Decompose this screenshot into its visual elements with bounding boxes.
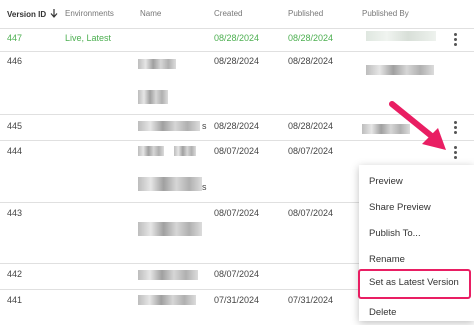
context-menu: Preview Share Preview Publish To... Rena…: [358, 165, 474, 321]
redacted-name: [138, 295, 196, 305]
redacted-name: [138, 146, 164, 156]
created-date: 08/28/2024: [214, 33, 260, 43]
table-header: Version ID Environments Name Created Pub…: [0, 0, 474, 29]
column-header-published-by[interactable]: Published By: [362, 9, 409, 18]
redacted-name: [138, 90, 168, 104]
arrow-down-icon: [50, 9, 58, 18]
redacted-name: [138, 59, 176, 69]
published-date: 08/28/2024: [288, 121, 334, 131]
version-id: 441: [7, 295, 23, 305]
redacted-name: [174, 146, 196, 156]
created-date: 08/28/2024: [214, 56, 260, 66]
redacted-name: [138, 222, 202, 236]
created-date: 08/07/2024: [214, 269, 260, 279]
published-date: 08/07/2024: [288, 146, 334, 156]
more-options-icon[interactable]: [452, 121, 460, 135]
table-row[interactable]: 447 Live, Latest 08/28/2024 08/28/2024: [0, 28, 474, 52]
name-suffix: s: [202, 182, 207, 192]
column-header-version-id[interactable]: Version ID: [7, 9, 58, 19]
menu-item-set-as-latest-version[interactable]: Set as Latest Version: [358, 269, 471, 299]
version-id: 443: [7, 208, 23, 218]
version-id: 446: [7, 56, 23, 66]
created-date: 08/28/2024: [214, 121, 260, 131]
annotation-arrow-icon: [389, 101, 446, 150]
more-options-icon[interactable]: [452, 146, 460, 160]
name-suffix: s: [202, 121, 207, 131]
redacted-publisher: [366, 65, 434, 75]
column-header-created[interactable]: Created: [214, 9, 242, 18]
column-header-published[interactable]: Published: [288, 9, 323, 18]
redacted-name: [138, 270, 198, 280]
redacted-name: [138, 121, 200, 131]
more-options-icon[interactable]: [452, 33, 460, 47]
published-date: 08/28/2024: [288, 56, 334, 66]
column-header-environments[interactable]: Environments: [65, 9, 114, 18]
created-date: 08/07/2024: [214, 146, 260, 156]
column-header-name[interactable]: Name: [140, 9, 161, 18]
created-date: 07/31/2024: [214, 295, 260, 305]
version-id: 444: [7, 146, 23, 156]
menu-item-delete[interactable]: Delete: [359, 299, 474, 325]
version-id: 445: [7, 121, 23, 131]
version-id: 442: [7, 269, 23, 279]
environment-label: Live, Latest: [65, 33, 112, 43]
created-date: 08/07/2024: [214, 208, 260, 218]
version-id: 447: [7, 33, 23, 43]
menu-item-preview[interactable]: Preview: [359, 168, 474, 194]
menu-item-publish-to[interactable]: Publish To...: [359, 220, 474, 246]
redacted-publisher: [366, 31, 436, 41]
published-date: 07/31/2024: [288, 295, 334, 305]
redacted-name: [138, 177, 202, 191]
menu-item-share-preview[interactable]: Share Preview: [359, 194, 474, 220]
published-date: 08/07/2024: [288, 208, 334, 218]
published-date: 08/28/2024: [288, 33, 334, 43]
